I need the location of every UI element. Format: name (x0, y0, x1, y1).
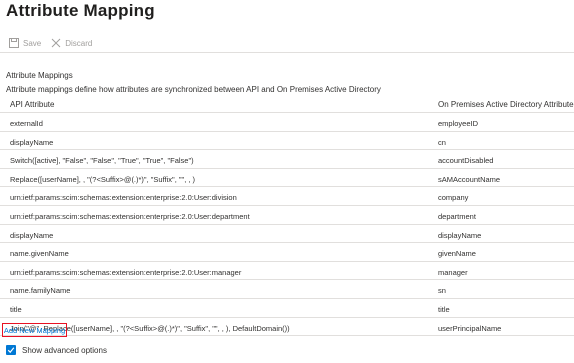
more-options-button[interactable]: ··· (129, 2, 143, 14)
ad-attribute-cell: givenName (438, 249, 476, 259)
ad-attribute-cell: userPrincipalName (438, 323, 502, 333)
discard-button[interactable]: Discard (51, 38, 92, 48)
column-header-api-attribute: API Attribute (10, 100, 55, 109)
checkmark-icon (7, 347, 15, 354)
api-attribute-cell: Switch([active], "False", "False", "True… (10, 156, 194, 166)
show-advanced-options[interactable]: Show advanced options (6, 345, 107, 355)
table-row[interactable]: name.givenName givenName (0, 243, 574, 262)
ad-attribute-cell: sn (438, 286, 446, 296)
table-row[interactable]: Switch([active], "False", "False", "True… (0, 150, 574, 169)
toolbar-divider (0, 52, 574, 53)
column-header-ad-attribute: On Premises Active Directory Attribute (438, 100, 574, 109)
ad-attribute-cell: cn (438, 137, 446, 147)
mapping-table-body: externalId employeeID displayName cn Switc… (0, 113, 574, 337)
api-attribute-cell: displayName (10, 230, 54, 240)
ad-attribute-cell: displayName (438, 230, 482, 240)
api-attribute-cell: displayName (10, 137, 54, 147)
api-attribute-cell: externalId (10, 119, 43, 128)
table-row[interactable]: title title (0, 299, 574, 318)
table-row[interactable]: urn:ietf:params:scim:schemas:extension:e… (0, 206, 574, 225)
save-button[interactable]: Save (9, 38, 41, 48)
advanced-options-label: Show advanced options (22, 345, 107, 355)
api-attribute-cell: urn:ietf:params:scim:schemas:extension:e… (10, 267, 242, 277)
ad-attribute-cell: sAMAccountName (438, 174, 501, 184)
toolbar: Save Discard (9, 36, 102, 50)
ad-attribute-cell: company (438, 193, 469, 203)
table-row[interactable]: externalId employeeID (0, 113, 574, 132)
table-row[interactable]: displayName displayName (0, 225, 574, 244)
table-row[interactable]: name.familyName sn (0, 280, 574, 299)
api-attribute-cell: name.familyName (10, 286, 71, 296)
table-row[interactable]: urn:ietf:params:scim:schemas:extension:e… (0, 187, 574, 206)
api-attribute-cell: name.givenName (10, 249, 69, 259)
save-icon (9, 38, 19, 48)
ad-attribute-cell: accountDisabled (438, 156, 494, 166)
section-title: Attribute Mappings (6, 71, 73, 80)
ad-attribute-cell: manager (438, 267, 468, 277)
table-row[interactable]: Join("@", Replace([userName], , "(?<Suff… (0, 318, 574, 337)
ad-attribute-cell: department (438, 211, 476, 221)
api-attribute-cell: urn:ietf:params:scim:schemas:extension:e… (10, 211, 250, 221)
discard-icon (51, 38, 61, 48)
api-attribute-cell: urn:ietf:params:scim:schemas:extension:e… (10, 193, 237, 203)
table-row[interactable]: Replace([userName], , "(?<Suffix>@(.)*)"… (0, 169, 574, 188)
table-header: API Attribute On Premises Active Directo… (0, 96, 574, 113)
api-attribute-cell: title (10, 304, 22, 314)
save-label: Save (23, 38, 42, 48)
ad-attribute-cell: title (438, 304, 450, 314)
table-row[interactable]: urn:ietf:params:scim:schemas:extension:e… (0, 262, 574, 281)
ad-attribute-cell: employeeID (438, 119, 479, 128)
table-row[interactable]: displayName cn (0, 132, 574, 151)
advanced-options-checkbox[interactable] (6, 345, 16, 355)
api-attribute-cell: Replace([userName], , "(?<Suffix>@(.)*)"… (10, 174, 196, 184)
discard-label: Discard (65, 38, 93, 48)
add-new-mapping-link[interactable]: Add New Mapping (2, 323, 67, 337)
section-description: Attribute mappings define how attributes… (6, 85, 381, 94)
